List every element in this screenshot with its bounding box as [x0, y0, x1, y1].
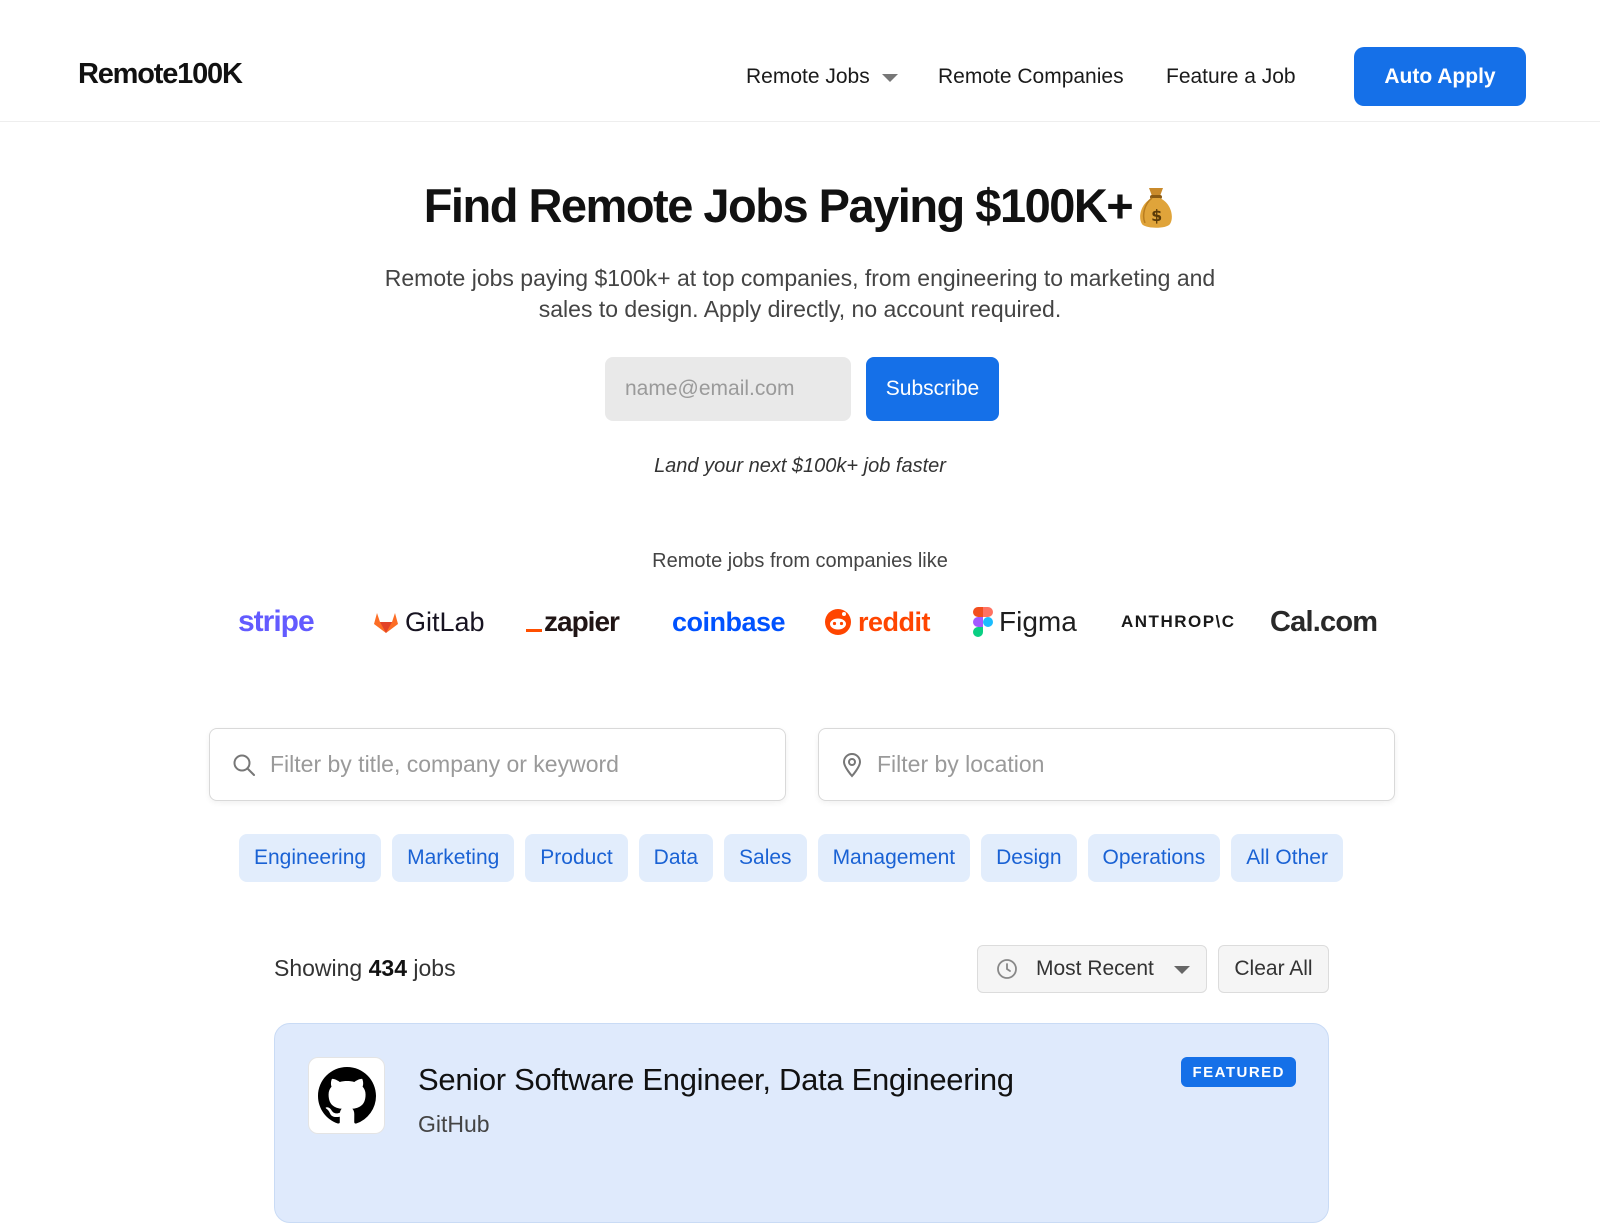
svg-text:$: $	[1151, 206, 1162, 225]
anthropic-logo: ANTHROP\C	[1121, 600, 1236, 644]
featured-badge: FEATURED	[1181, 1057, 1296, 1087]
job-company: GitHub	[418, 1111, 490, 1137]
zapier-logo-text: zapier	[544, 606, 620, 637]
chip-sales[interactable]: Sales	[724, 834, 807, 882]
page-title-text: Find Remote Jobs Paying $100K+	[423, 179, 1134, 232]
clock-icon	[997, 959, 1017, 979]
chip-operations[interactable]: Operations	[1087, 834, 1221, 882]
figma-icon	[973, 607, 993, 637]
chip-design[interactable]: Design	[981, 834, 1077, 882]
stripe-logo: stripe	[238, 600, 315, 644]
github-icon	[317, 1066, 376, 1124]
company-logo	[308, 1057, 385, 1134]
results-count-number: 434	[368, 955, 407, 981]
nav-remote-jobs[interactable]: Remote Jobs	[746, 62, 898, 92]
job-title: Senior Software Engineer, Data Engineeri…	[418, 1062, 1014, 1097]
page-title: Find Remote Jobs Paying $100K+ $	[0, 178, 1600, 241]
title-filter-input[interactable]	[270, 751, 750, 778]
chip-engineering[interactable]: Engineering	[239, 834, 382, 882]
site-header: Remote100K Remote Jobs Remote Companies …	[0, 0, 1600, 122]
chip-management[interactable]: Management	[817, 834, 971, 882]
stripe-logo-text: stripe	[238, 605, 315, 638]
job-card[interactable]: Senior Software Engineer, Data Engineeri…	[274, 1023, 1329, 1223]
hero-subtitle: Remote jobs paying $100k+ at top compani…	[384, 265, 1216, 322]
category-chips: Engineering Marketing Product Data Sales…	[239, 834, 1354, 882]
location-filter-input[interactable]	[877, 751, 1357, 778]
sort-dropdown-label: Most Recent	[1036, 957, 1154, 980]
chip-marketing[interactable]: Marketing	[392, 834, 515, 882]
results-count-suffix: jobs	[413, 955, 456, 981]
reddit-logo: reddit	[824, 600, 931, 644]
nav-feature-a-job[interactable]: Feature a Job	[1166, 62, 1296, 92]
results-count-prefix: Showing	[274, 955, 363, 981]
search-icon	[233, 754, 255, 776]
chip-data[interactable]: Data	[638, 834, 714, 882]
hero-tagline: Land your next $100k+ job faster	[654, 455, 946, 477]
coinbase-logo: coinbase	[672, 600, 786, 644]
cal-com-logo: Cal.com	[1270, 600, 1378, 644]
money-bag-icon: $	[1136, 184, 1176, 241]
zapier-bar-icon	[526, 628, 542, 632]
reddit-logo-text: reddit	[858, 606, 931, 637]
reddit-icon	[825, 609, 851, 635]
site-logo[interactable]: Remote100K	[78, 58, 243, 91]
title-filter[interactable]	[209, 728, 786, 801]
cal-com-logo-text: Cal.com	[1270, 605, 1378, 638]
nav-remote-companies[interactable]: Remote Companies	[938, 62, 1124, 92]
chevron-down-icon	[1173, 966, 1190, 974]
email-field[interactable]	[605, 357, 851, 421]
subscribe-button[interactable]: Subscribe	[866, 357, 999, 421]
results-count: Showing 434 jobs	[274, 955, 456, 982]
coinbase-logo-text: coinbase	[672, 606, 786, 637]
sort-dropdown[interactable]: Most Recent	[977, 945, 1207, 993]
location-filter[interactable]	[818, 728, 1395, 801]
anthropic-logo-text: ANTHROP\C	[1121, 612, 1236, 631]
gitlab-logo: GitLab	[373, 600, 485, 644]
chip-all-other[interactable]: All Other	[1231, 834, 1343, 882]
figma-logo-text: Figma	[999, 606, 1077, 637]
gitlab-logo-text: GitLab	[405, 606, 485, 637]
zapier-logo: zapier	[526, 600, 620, 644]
location-pin-icon	[842, 752, 862, 778]
chevron-down-icon	[881, 74, 898, 82]
gitlab-icon	[374, 613, 398, 633]
figma-logo: Figma	[973, 600, 1077, 644]
chip-product[interactable]: Product	[525, 834, 628, 882]
clear-all-button[interactable]: Clear All	[1218, 945, 1329, 993]
nav-remote-jobs-label: Remote Jobs	[746, 65, 870, 88]
companies-label: Remote jobs from companies like	[652, 550, 948, 572]
auto-apply-button[interactable]: Auto Apply	[1354, 47, 1526, 106]
